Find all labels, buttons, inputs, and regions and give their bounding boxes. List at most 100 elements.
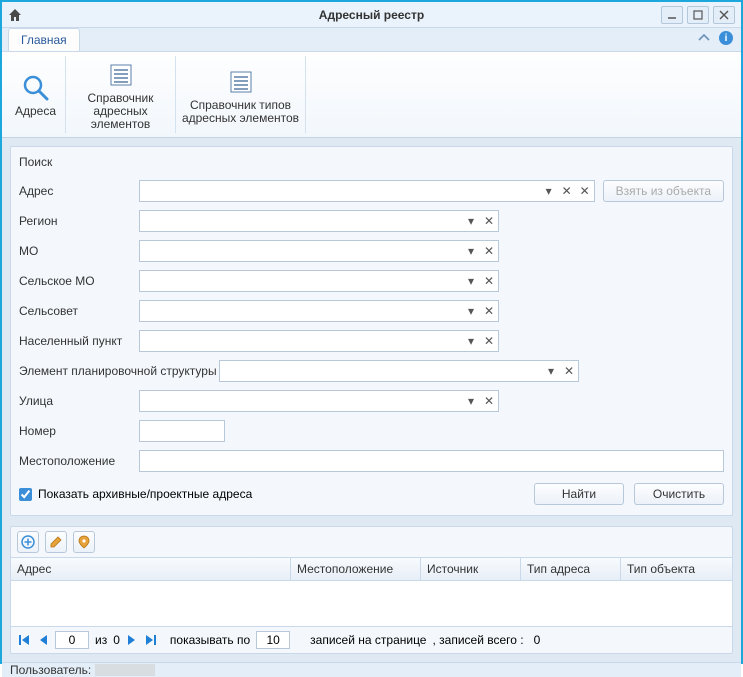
from-object-button[interactable]: Взять из объекта [603,180,724,202]
ribbon-addresses[interactable]: Адреса [6,56,66,133]
search-panel: Поиск Адрес ▾ ✕ ✕ Взять из объекта Регио… [10,146,733,516]
user-label: Пользователь: [10,663,91,677]
row-mo: МО ▾ ✕ [19,239,724,263]
next-page-icon[interactable] [126,633,138,647]
tab-main[interactable]: Главная [8,28,80,51]
column-source[interactable]: Источник [421,558,521,580]
show-archive-input[interactable] [19,488,32,501]
planning-element-input[interactable] [220,364,542,378]
clear-icon[interactable]: ✕ [480,304,498,318]
chevron-down-icon[interactable]: ▾ [462,244,480,258]
locate-button[interactable] [73,531,95,553]
edit-button[interactable] [45,531,67,553]
find-button[interactable]: Найти [534,483,624,505]
chevron-down-icon[interactable]: ▾ [462,214,480,228]
chevron-down-icon[interactable]: ▾ [462,334,480,348]
records-on-page-label: записей на странице [310,633,426,647]
grid-header: Адрес Местоположение Источник Тип адреса… [11,558,732,581]
address-input[interactable] [140,184,540,198]
field-label: МО [19,244,139,258]
column-location[interactable]: Местоположение [291,558,421,580]
field-label: Населенный пункт [19,334,139,348]
settlement-input[interactable] [140,334,462,348]
row-region: Регион ▾ ✕ [19,209,724,233]
total-records: 0 [534,633,541,647]
clear-icon[interactable]: ✕ [480,274,498,288]
selsovet-input[interactable] [140,304,462,318]
of-label: из [95,633,107,647]
column-obj-type[interactable]: Тип объекта [621,558,732,580]
street-input[interactable] [140,394,462,408]
results-grid: Адрес Местоположение Источник Тип адреса… [10,557,733,627]
info-icon[interactable]: i [719,31,733,45]
field-label: Сельское МО [19,274,139,288]
row-street: Улица ▾ ✕ [19,389,724,413]
chevron-down-icon[interactable]: ▾ [542,364,560,378]
show-archive-checkbox[interactable]: Показать архивные/проектные адреса [19,487,252,501]
field-label: Регион [19,214,139,228]
ribbon-dict-elements[interactable]: Справочникадресных элементов [66,56,176,133]
rural-mo-combo[interactable]: ▾ ✕ [139,270,499,292]
row-selsovet: Сельсовет ▾ ✕ [19,299,724,323]
planning-element-combo[interactable]: ▾ ✕ [219,360,579,382]
first-page-icon[interactable] [17,633,31,647]
row-rural-mo: Сельское МО ▾ ✕ [19,269,724,293]
grid-toolbar [10,526,733,557]
last-page-icon[interactable] [144,633,158,647]
status-bar: Пользователь: [2,662,741,677]
clear-icon[interactable]: ✕ [558,184,576,198]
field-label: Улица [19,394,139,408]
row-location: Местоположение [19,449,724,473]
clear-icon[interactable]: ✕ [560,364,578,378]
show-per-label: показывать по [170,633,250,647]
row-address: Адрес ▾ ✕ ✕ Взять из объекта [19,179,724,203]
magnifier-icon [21,71,51,105]
location-input[interactable] [140,454,723,468]
clear-icon[interactable]: ✕ [480,334,498,348]
clear-icon[interactable]: ✕ [480,214,498,228]
maximize-button[interactable] [687,6,709,24]
mo-input[interactable] [140,244,462,258]
titlebar: Адресный реестр [2,2,741,28]
location-field[interactable] [139,450,724,472]
field-label: Адрес [19,184,139,198]
ribbon-label: Справочник типовадресных элементов [182,99,299,125]
chevron-down-icon[interactable]: ▾ [462,274,480,288]
page-input[interactable] [55,631,89,649]
chevron-down-icon[interactable]: ▾ [540,184,558,198]
pager: из 0 показывать по записей на странице ,… [10,627,733,654]
mo-combo[interactable]: ▾ ✕ [139,240,499,262]
clear-button[interactable]: Очистить [634,483,724,505]
address-combo[interactable]: ▾ ✕ ✕ [139,180,595,202]
home-icon[interactable] [2,2,28,28]
settlement-combo[interactable]: ▾ ✕ [139,330,499,352]
number-input[interactable] [139,420,225,442]
minimize-button[interactable] [661,6,683,24]
street-combo[interactable]: ▾ ✕ [139,390,499,412]
rural-mo-input[interactable] [140,274,462,288]
clear-icon[interactable]: ✕ [480,394,498,408]
grid-body [11,581,732,626]
column-address[interactable]: Адрес [11,558,291,580]
user-name-redacted [95,664,155,676]
region-input[interactable] [140,214,462,228]
region-combo[interactable]: ▾ ✕ [139,210,499,232]
column-addr-type[interactable]: Тип адреса [521,558,621,580]
ribbon: Адреса Справочникадресных элементов [2,52,741,138]
prev-page-icon[interactable] [37,633,49,647]
field-label: Местоположение [19,454,139,468]
selsovet-combo[interactable]: ▾ ✕ [139,300,499,322]
chevron-down-icon[interactable]: ▾ [462,394,480,408]
per-page-input[interactable] [256,631,290,649]
add-button[interactable] [17,531,39,553]
chevron-down-icon[interactable]: ▾ [462,304,480,318]
actions-row: Показать архивные/проектные адреса Найти… [19,483,724,505]
list-icon [227,65,255,99]
field-label: Элемент планировочной структуры [19,364,219,378]
ribbon-label: Адреса [15,105,56,118]
clear-icon[interactable]: ✕ [480,244,498,258]
ribbon-dict-types[interactable]: Справочник типовадресных элементов [176,56,306,133]
close-button[interactable] [713,6,735,24]
collapse-ribbon-icon[interactable] [697,31,711,48]
clear-icon[interactable]: ✕ [576,184,594,198]
